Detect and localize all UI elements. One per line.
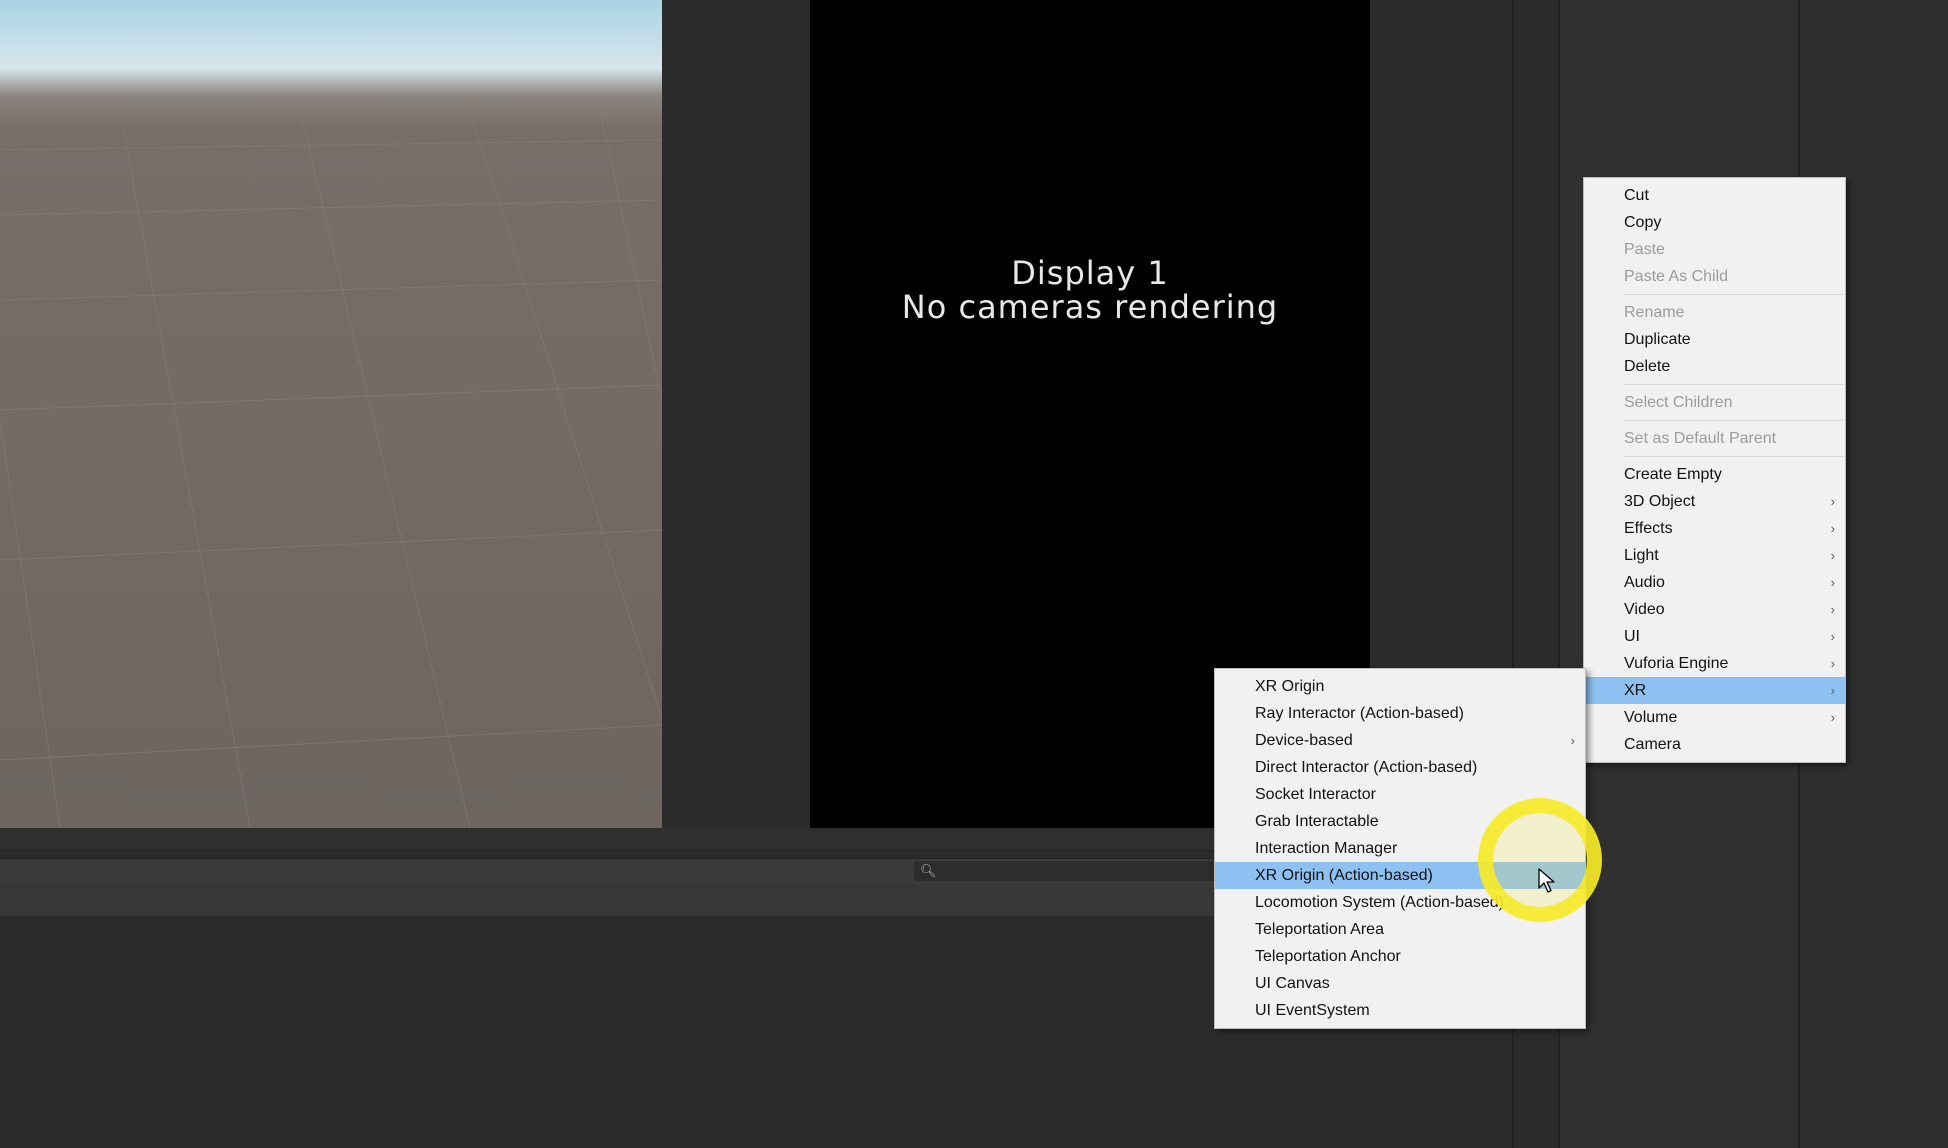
project-search-input[interactable]: 🔍︎ [914,861,1220,881]
game-view-message: Display 1 No cameras rendering [810,256,1370,324]
no-cameras-message: No cameras rendering [901,288,1279,326]
chevron-right-icon: › [1830,656,1835,671]
chevron-right-icon: › [1830,683,1835,698]
menu-item-vuforia-engine[interactable]: Vuforia Engine › [1584,650,1845,677]
menu-item-set-default-parent: Set as Default Parent [1584,425,1845,452]
menu-item-cut[interactable]: Cut [1584,182,1845,209]
menu-item-label: Set as Default Parent [1624,430,1777,447]
menu-item-label: UI [1624,628,1640,645]
menu-item-ui[interactable]: UI › [1584,623,1845,650]
menu-item-audio[interactable]: Audio › [1584,569,1845,596]
scene-game-divider [662,0,810,828]
menu-item-select-children: Select Children [1584,389,1845,416]
submenu-item-ray-interactor[interactable]: Ray Interactor (Action-based) [1215,700,1585,727]
menu-separator [1624,384,1843,385]
menu-item-label: UI Canvas [1255,975,1330,992]
menu-item-xr[interactable]: XR › [1584,677,1845,704]
menu-item-label: Camera [1624,736,1681,753]
submenu-item-teleportation-anchor[interactable]: Teleportation Anchor [1215,943,1585,970]
menu-item-label: 3D Object [1624,493,1696,510]
chevron-right-icon: › [1830,548,1835,563]
menu-item-label: Select Children [1624,394,1733,411]
menu-item-label: Teleportation Anchor [1255,948,1401,965]
menu-item-rename: Rename [1584,299,1845,326]
menu-item-label: Create Empty [1624,466,1722,483]
menu-item-paste: Paste [1584,236,1845,263]
scene-view[interactable] [0,0,662,828]
menu-item-3d-object[interactable]: 3D Object › [1584,488,1845,515]
submenu-item-device-based[interactable]: Device-based › [1215,727,1585,754]
hierarchy-context-menu: Cut Copy Paste Paste As Child Rename Dup… [1583,177,1846,763]
chevron-right-icon: › [1830,575,1835,590]
menu-item-label: Video [1624,601,1665,618]
menu-item-label: Direct Interactor (Action-based) [1255,759,1478,776]
menu-item-label: UI EventSystem [1255,1002,1370,1019]
submenu-item-direct-interactor[interactable]: Direct Interactor (Action-based) [1215,754,1585,781]
menu-item-label: XR [1624,682,1647,699]
menu-item-label: Delete [1624,358,1671,375]
menu-item-paste-as-child: Paste As Child [1584,263,1845,290]
chevron-right-icon: › [1830,602,1835,617]
menu-separator [1624,456,1843,457]
scene-grid [0,109,662,828]
menu-item-label: Audio [1624,574,1665,591]
chevron-right-icon: › [1830,521,1835,536]
menu-item-video[interactable]: Video › [1584,596,1845,623]
project-header [0,884,1220,916]
menu-item-label: Socket Interactor [1255,786,1376,803]
menu-item-volume[interactable]: Volume › [1584,704,1845,731]
menu-item-label: Grab Interactable [1255,813,1379,830]
mouse-pointer-icon [1538,868,1555,893]
menu-item-light[interactable]: Light › [1584,542,1845,569]
chevron-right-icon: › [1830,494,1835,509]
menu-item-effects[interactable]: Effects › [1584,515,1845,542]
menu-item-label: Volume [1624,709,1678,726]
chevron-right-icon: › [1830,710,1835,725]
project-toolbar: 🔍︎ [0,858,1220,886]
menu-item-label: Locomotion System (Action-based) [1255,894,1504,911]
menu-item-label: Rename [1624,304,1685,321]
cursor-highlight-ring [1478,798,1602,922]
menu-separator [1624,294,1843,295]
menu-item-label: Cut [1624,187,1649,204]
menu-item-label: Interaction Manager [1255,840,1398,857]
menu-item-label: Duplicate [1624,331,1691,348]
display-label: Display 1 [1011,254,1169,292]
chevron-right-icon: › [1830,629,1835,644]
submenu-item-xr-origin[interactable]: XR Origin [1215,673,1585,700]
menu-item-copy[interactable]: Copy [1584,209,1845,236]
menu-item-label: Light [1624,547,1659,564]
chevron-right-icon: › [1570,733,1575,748]
menu-item-label: Paste [1624,241,1665,258]
menu-item-label: Ray Interactor (Action-based) [1255,705,1464,722]
menu-item-label: Copy [1624,214,1662,231]
menu-separator [1624,420,1843,421]
menu-item-create-empty[interactable]: Create Empty [1584,461,1845,488]
menu-item-camera[interactable]: Camera [1584,731,1845,758]
menu-item-label: Device-based [1255,732,1353,749]
menu-item-label: XR Origin [1255,678,1325,695]
menu-item-label: Teleportation Area [1255,921,1384,938]
submenu-item-ui-canvas[interactable]: UI Canvas [1215,970,1585,997]
menu-item-label: Effects [1624,520,1673,537]
menu-item-duplicate[interactable]: Duplicate [1584,326,1845,353]
menu-item-label: Paste As Child [1624,268,1729,285]
submenu-item-ui-eventsystem[interactable]: UI EventSystem [1215,997,1585,1024]
view-bottom-bar [0,828,1220,851]
menu-item-delete[interactable]: Delete [1584,353,1845,380]
search-icon: 🔍︎ [920,863,937,878]
menu-item-label: XR Origin (Action-based) [1255,867,1433,884]
menu-item-label: Vuforia Engine [1624,655,1729,672]
